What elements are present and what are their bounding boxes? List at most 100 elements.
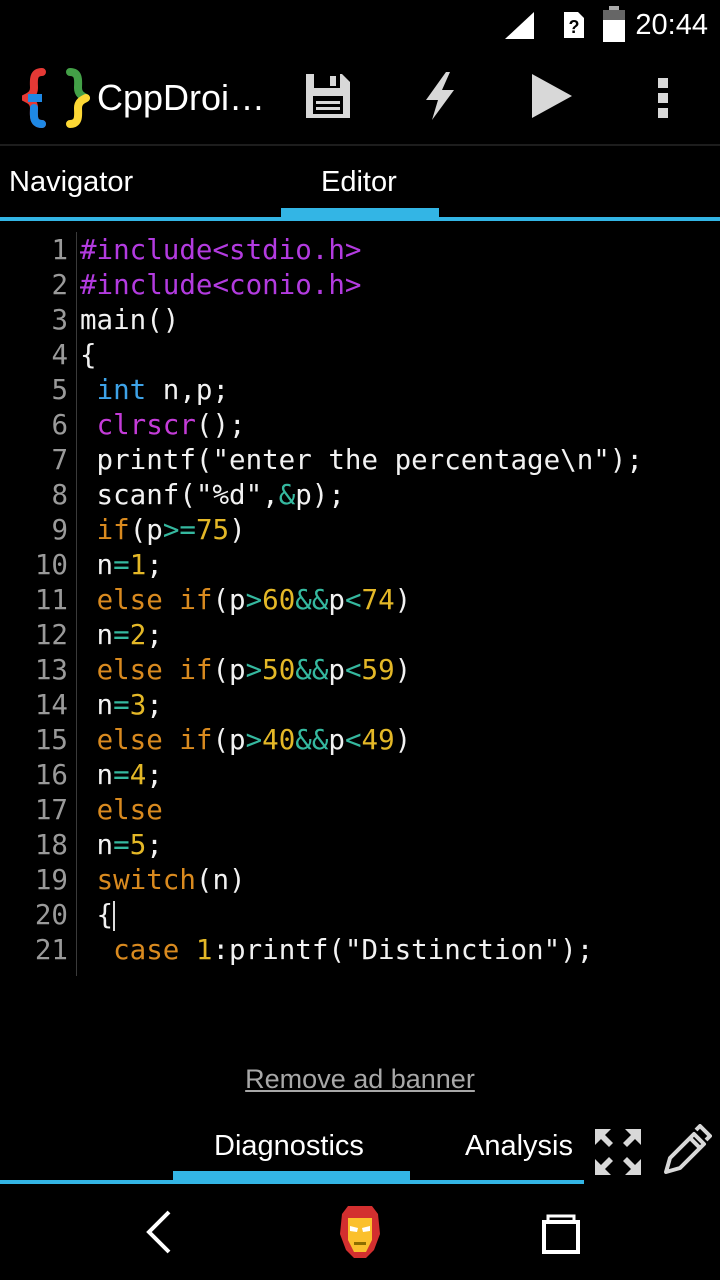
code-line[interactable]: 1 #include<stdio.h> [0, 234, 720, 269]
text-cursor [113, 901, 116, 931]
code-line[interactable]: 10 n=1; [0, 549, 720, 584]
code-line[interactable]: 17 else [0, 794, 720, 829]
code-line[interactable]: 5 int n,p; [0, 374, 720, 409]
code-text[interactable]: int n,p; [80, 374, 229, 406]
line-number: 20 [34, 899, 68, 931]
code-token: printf("enter the percentage\n"); [80, 444, 643, 476]
code-line[interactable]: 6 clrscr(); [0, 409, 720, 444]
recents-icon[interactable] [542, 1214, 580, 1254]
code-token: (p [212, 654, 246, 686]
line-number: 7 [51, 444, 68, 476]
code-text[interactable]: else if(p>50&&p<59) [80, 654, 412, 686]
action-bar: CppDroi… [0, 50, 720, 146]
tab-analysis[interactable]: Analysis [465, 1130, 573, 1163]
code-text[interactable]: else [80, 794, 163, 826]
code-token: < [344, 584, 362, 616]
tab-underline [0, 217, 720, 221]
code-line[interactable]: 11 else if(p>60&&p<74) [0, 584, 720, 619]
tab-navigator[interactable]: Navigator [9, 166, 133, 199]
code-text[interactable]: n=3; [80, 689, 163, 721]
code-text[interactable]: main() [80, 304, 179, 336]
code-line[interactable]: 21 case 1:printf("Distinction"); [0, 934, 720, 969]
code-text[interactable]: n=1; [80, 549, 163, 581]
edit-pencil-icon[interactable] [662, 1124, 712, 1176]
code-token: ) [229, 514, 246, 546]
code-text[interactable]: n=4; [80, 759, 163, 791]
code-token: 49 [361, 724, 395, 756]
code-line[interactable]: 7 printf("enter the percentage\n"); [0, 444, 720, 479]
code-editor[interactable]: 1 #include<stdio.h> 2 #include<conio.h> 3 mai… [0, 226, 720, 986]
code-token: 74 [361, 584, 395, 616]
code-text[interactable]: #include<stdio.h> [80, 234, 361, 266]
code-token: = [113, 759, 130, 791]
line-number: 11 [34, 584, 68, 616]
code-token: ) [394, 724, 412, 756]
code-token: #include<stdio.h> [80, 234, 362, 266]
code-token: #include<conio.h> [80, 269, 362, 301]
line-number: 18 [34, 829, 68, 861]
line-number: 3 [51, 304, 68, 336]
code-line[interactable]: 8 scanf("%d",&p); [0, 479, 720, 514]
overflow-menu-icon[interactable] [656, 76, 670, 120]
code-text[interactable]: n=2; [80, 619, 163, 651]
back-icon[interactable] [145, 1210, 173, 1254]
code-token: < [344, 724, 362, 756]
code-line[interactable]: 20 { [0, 899, 720, 934]
code-line[interactable]: 14 n=3; [0, 689, 720, 724]
code-text[interactable]: if(p>=75) [80, 514, 246, 546]
code-text[interactable]: printf("enter the percentage\n"); [80, 444, 643, 476]
code-token: ; [146, 829, 163, 861]
remove-ad-banner-link[interactable]: Remove ad banner [0, 1064, 720, 1095]
code-token: (n) [195, 864, 246, 896]
save-icon[interactable] [304, 72, 352, 120]
home-ironman-icon[interactable] [338, 1204, 382, 1260]
code-text[interactable]: #include<conio.h> [80, 269, 361, 301]
code-token: = [113, 829, 130, 861]
code-text[interactable]: n=5; [80, 829, 163, 861]
code-token: if [179, 724, 213, 756]
code-line[interactable]: 12 n=2; [0, 619, 720, 654]
code-token: else [96, 654, 163, 686]
code-line[interactable]: 13 else if(p>50&&p<59) [0, 654, 720, 689]
code-line[interactable]: 3 main() [0, 304, 720, 339]
code-token: 75 [195, 514, 230, 546]
code-text[interactable]: else if(p>60&&p<74) [80, 584, 412, 616]
code-line[interactable]: 18 n=5; [0, 829, 720, 864]
code-token: 1 [195, 934, 213, 966]
code-token: :printf("Distinction"); [212, 934, 594, 966]
code-token: if [179, 654, 213, 686]
code-line[interactable]: 2 #include<conio.h> [0, 269, 720, 304]
code-token: 1 [129, 549, 147, 581]
cppdroid-logo-icon[interactable] [22, 68, 90, 128]
code-line[interactable]: 19 switch(n) [0, 864, 720, 899]
tab-editor[interactable]: Editor [321, 166, 397, 199]
tab-diagnostics[interactable]: Diagnostics [214, 1130, 364, 1163]
code-line[interactable]: 16 n=4; [0, 759, 720, 794]
code-text[interactable]: scanf("%d",&p); [80, 479, 345, 511]
code-token: n,p; [146, 374, 230, 406]
code-text[interactable]: { [80, 899, 116, 931]
code-token: 50 [262, 654, 296, 686]
code-line[interactable]: 9 if(p>=75) [0, 514, 720, 549]
code-text[interactable]: else if(p>40&&p<49) [80, 724, 412, 756]
code-line[interactable]: 4{ [0, 339, 720, 374]
code-token: n [80, 689, 114, 721]
code-text[interactable]: switch(n) [80, 864, 246, 896]
code-token: clrscr [96, 409, 196, 441]
svg-text:?: ? [569, 17, 580, 37]
code-token: ; [146, 619, 163, 651]
fullscreen-expand-icon[interactable] [593, 1127, 643, 1177]
code-text[interactable]: case 1:printf("Distinction"); [80, 934, 593, 966]
code-text[interactable]: clrscr(); [80, 409, 246, 441]
code-line[interactable]: 15 else if(p>40&&p<49) [0, 724, 720, 759]
build-flash-icon[interactable] [420, 72, 460, 120]
run-play-icon[interactable] [530, 72, 574, 120]
line-number: 9 [51, 514, 68, 546]
code-text[interactable]: { [80, 339, 97, 371]
code-token: if [179, 584, 213, 616]
